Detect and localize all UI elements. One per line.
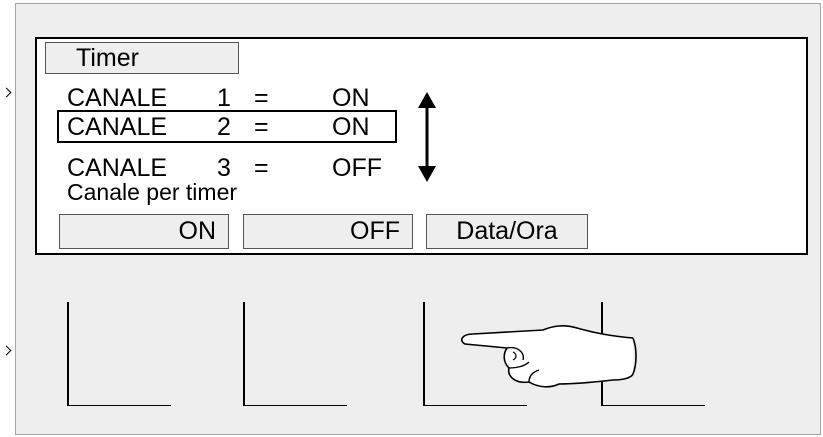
- channel-state: ON: [332, 84, 370, 112]
- softkey-on[interactable]: ON: [59, 214, 229, 249]
- up-down-arrow-icon: [418, 92, 436, 182]
- tick-mark: [1, 87, 12, 98]
- channel-number: 2: [217, 113, 231, 141]
- hardware-key-2[interactable]: [243, 302, 353, 406]
- equals-sign: =: [254, 154, 269, 182]
- channel-state: OFF: [332, 154, 382, 182]
- hint-text: Canale per timer: [67, 179, 238, 205]
- equals-sign: =: [254, 113, 269, 141]
- channel-state: ON: [332, 113, 370, 141]
- softkey-data-ora[interactable]: Data/Ora: [426, 214, 588, 249]
- channel-name: CANALE: [67, 84, 168, 112]
- channel-name: CANALE: [67, 113, 168, 141]
- tick-mark: [1, 345, 12, 356]
- display-screen: Timer CANALE 1 = ON CANALE 2 = ON CANALE…: [35, 37, 808, 255]
- pointing-hand-icon: [461, 325, 637, 388]
- softkey-off[interactable]: OFF: [243, 214, 413, 249]
- hardware-key-1[interactable]: [67, 302, 177, 406]
- channel-number: 1: [217, 84, 231, 112]
- equals-sign: =: [254, 84, 269, 112]
- timer-tab[interactable]: Timer: [45, 42, 239, 74]
